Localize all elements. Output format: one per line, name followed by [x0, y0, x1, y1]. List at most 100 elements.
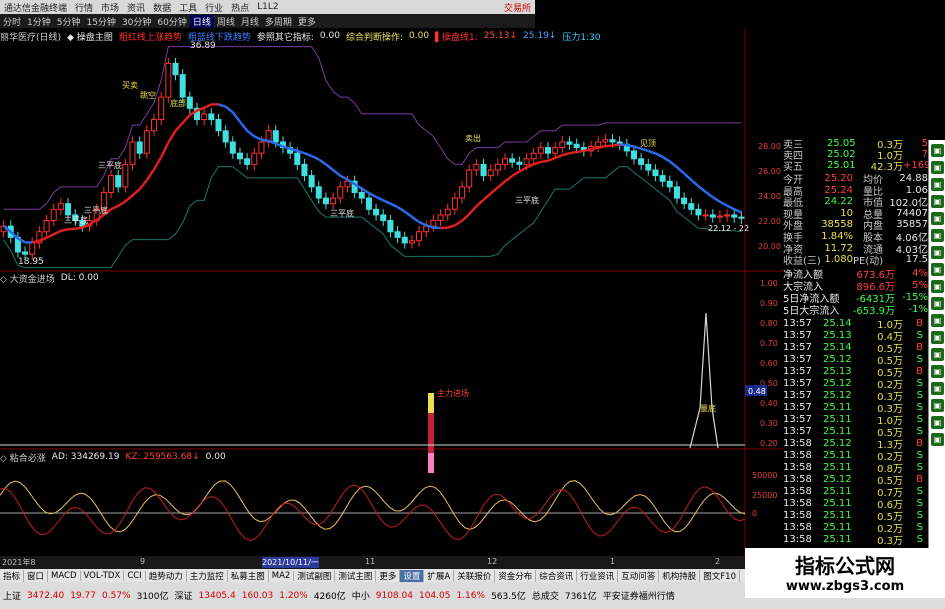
chart-marker-label: 跳空 [140, 90, 156, 100]
indicator-tab[interactable]: 指标 [0, 569, 25, 582]
toolbar-icon[interactable]: ▣ [931, 178, 944, 191]
toolbar-icon[interactable]: ▣ [931, 246, 944, 259]
last-price-note: 22.12 - 22 [708, 224, 749, 233]
menu-item[interactable]: 数据 [149, 1, 175, 14]
period-tab[interactable]: 60分钟 [154, 15, 189, 28]
indicator-tab[interactable]: 设置 [400, 569, 425, 582]
menu-item[interactable]: 热点 [227, 1, 253, 14]
toolbar-icon[interactable]: ▣ [931, 195, 944, 208]
toolbar-icon[interactable]: ▣ [931, 212, 944, 225]
panel2-axis-tick: 0.90 [760, 299, 778, 308]
candle-body [365, 197, 372, 210]
toolbar-icon[interactable]: ▣ [931, 297, 944, 310]
tick-side: S [916, 509, 923, 521]
menu-item[interactable]: 工具 [175, 1, 201, 14]
candle-body [186, 96, 193, 109]
period-tab[interactable]: 月线 [238, 15, 262, 28]
tick-time: 13:57 [783, 377, 812, 389]
candle-body [444, 208, 451, 216]
quote-panel: 卖三 25.05 0.3万 5 卖四 25.02 1.0万 7 买五 25.01 42.3万 +169… [783, 28, 930, 564]
period-tab[interactable]: 15分钟 [83, 15, 118, 28]
toolbar-icon[interactable]: ▣ [931, 314, 944, 327]
period-tab[interactable]: 多周期 [262, 15, 295, 28]
toolbar-icon[interactable]: ▣ [931, 144, 944, 157]
stat-value: 1.080 [824, 254, 853, 266]
quote-row: 13:58 25.11 0.2万 S [783, 522, 928, 535]
indicator-tab[interactable]: 主力监控 [187, 569, 228, 582]
period-tab[interactable]: 5分钟 [54, 15, 84, 28]
candle-body [108, 175, 115, 193]
indicator-tab[interactable]: 综合资讯 [536, 569, 578, 582]
toolbar-icon[interactable]: ▣ [931, 382, 944, 395]
indicator-tab[interactable]: 测试副图 [294, 569, 336, 582]
candle-body [236, 152, 243, 160]
indicator-tab[interactable]: 行业资讯 [577, 569, 619, 582]
indicator-tab[interactable]: 资金分布 [495, 569, 537, 582]
trend-line-segment [110, 204, 119, 211]
quote-row: 13:58 25.11 0.6万 S [783, 498, 928, 511]
toolbar-icon[interactable]: ▣ [931, 280, 944, 293]
toolbar-icon[interactable]: ▣ [931, 161, 944, 174]
trend-line-segment [389, 202, 399, 209]
indicator-tab[interactable]: 扩展A [424, 569, 455, 582]
tick-price: 25.12 [823, 353, 852, 365]
indicator-tab[interactable]: 图文F10 [700, 569, 741, 582]
tick-price: 25.11 [823, 449, 852, 461]
indicator-tab[interactable]: 互动问答 [618, 569, 660, 582]
period-tab[interactable]: 1分钟 [24, 15, 54, 28]
indicator-tab[interactable]: MA2 [269, 570, 295, 581]
trade-menu[interactable]: 交易所 [500, 1, 535, 14]
candle-body [724, 214, 731, 217]
indicator-tab[interactable]: MACD [48, 570, 81, 581]
toolbar-icon[interactable]: ▣ [931, 416, 944, 429]
menu-item[interactable]: L1L2 [253, 2, 282, 12]
trend-line-segment [561, 151, 570, 157]
indicator-tab[interactable]: VOL-TDX [81, 570, 125, 581]
trend-line-segment [690, 178, 700, 188]
date-axis-label: 1 [610, 557, 616, 566]
trend-line-segment [468, 205, 478, 215]
period-tab[interactable]: 日线 [189, 14, 214, 28]
menu-item[interactable]: 市场 [97, 1, 123, 14]
toolbar-icon[interactable]: ▣ [931, 229, 944, 242]
indicator-tab[interactable]: CCI [124, 570, 146, 581]
indicator-tab[interactable]: 私募主图 [228, 569, 269, 582]
menu-item[interactable]: 行业 [201, 1, 227, 14]
toolbar-icon[interactable]: ▣ [931, 348, 944, 361]
toolbar-icon[interactable]: ▣ [931, 331, 944, 344]
panel3-axis-tick: 25000 [752, 491, 777, 500]
tick-side: B [916, 365, 923, 377]
menu-item[interactable]: 行情 [71, 1, 97, 14]
trend-line-segment [540, 159, 549, 164]
indicator-tab[interactable]: 机构持股 [659, 569, 701, 582]
indicator-value: 粗蓝线下跌趋势 [187, 32, 251, 43]
indicator-value: 0.00 [319, 31, 340, 41]
menu-item[interactable]: 资讯 [123, 1, 149, 14]
trend-line-segment [733, 208, 742, 214]
indicator-tab[interactable]: 测试主图 [335, 569, 377, 582]
indicator-tab[interactable]: 趋势动力 [146, 569, 187, 582]
indicator-tab[interactable]: 窗口 [24, 569, 49, 582]
period-tab[interactable]: 周线 [214, 15, 238, 28]
tick-time: 13:57 [783, 329, 812, 341]
indicator-value: 0.00 [409, 31, 430, 41]
trend-line-segment [131, 188, 141, 197]
indicator-tab[interactable]: 关联报价 [454, 569, 496, 582]
period-tab[interactable]: 30分钟 [119, 15, 154, 28]
toolbar-icon[interactable]: ▣ [931, 263, 944, 276]
toolbar-icon[interactable]: ▣ [931, 399, 944, 412]
candle-body [272, 130, 279, 143]
toolbar-icon[interactable]: ▣ [931, 365, 944, 378]
period-tab[interactable]: 分时 [0, 15, 24, 28]
period-tab[interactable]: 更多 [295, 15, 319, 28]
quote-row: 13:57 25.14 0.5万 B [783, 342, 928, 355]
trend-line-segment [261, 138, 269, 143]
trend-line-segment [661, 155, 671, 163]
toolbar-icon[interactable]: ▣ [931, 433, 944, 446]
chart-area[interactable]: 36.8918.9522.12 - 22三平底三平底 三平底三平底三平底买卖跳空底… [0, 28, 783, 556]
indicator-tab[interactable]: 更多 [376, 569, 401, 582]
candle-body [251, 152, 258, 165]
trend-line-segment [246, 129, 256, 138]
market-index-value: 3100亿 [136, 592, 169, 602]
indicator-value: 参照其它指标: [256, 32, 314, 43]
